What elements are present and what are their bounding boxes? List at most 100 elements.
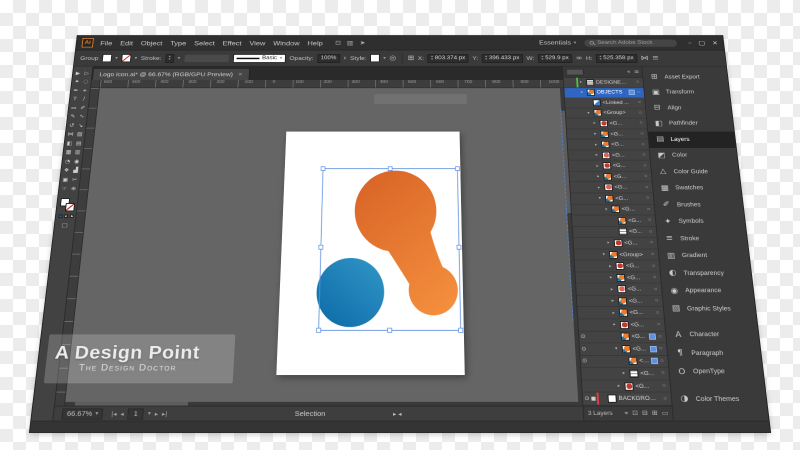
layer-row[interactable]: ▾ OBJECTS — [564, 87, 645, 99]
layer-thumbnail[interactable] — [619, 320, 630, 329]
app-logo-icon[interactable]: Ai — [81, 38, 94, 48]
expand-icon[interactable]: ▸ — [607, 241, 612, 246]
expand-icon[interactable]: ▾ — [602, 252, 607, 257]
shear-icon[interactable]: ⋈ — [640, 54, 649, 61]
style-swatch[interactable] — [369, 54, 380, 63]
dock-item-character[interactable]: A Character — [666, 326, 760, 344]
layer-thumbnail[interactable] — [604, 183, 613, 192]
search-input[interactable]: Search Adobe Stock — [582, 38, 679, 48]
visibility-toggle[interactable] — [581, 358, 589, 364]
layer-thumbnail[interactable] — [592, 99, 602, 107]
variable-width-field[interactable] — [183, 53, 230, 63]
x-field[interactable]: ▴ ▾ 803.374 px — [427, 53, 469, 63]
scrollbar-thumb[interactable] — [75, 401, 189, 406]
collapse-panel-icon[interactable]: « — [627, 69, 631, 75]
gradient-tool[interactable]: ▥ — [75, 149, 81, 155]
layer-row[interactable]: ▸ <G... — [581, 380, 671, 393]
w-field[interactable]: ▴ ▾ 529.9 px — [537, 53, 573, 63]
logo-artwork[interactable] — [276, 132, 464, 375]
opacity-field[interactable]: 100% — [316, 53, 340, 63]
menu-item[interactable]: Type — [170, 39, 187, 46]
prev-artboard-icon[interactable]: ◂ — [120, 410, 124, 418]
none-button[interactable] — [69, 214, 74, 218]
share-icon[interactable]: ➤ — [360, 40, 366, 47]
layer-thumbnail[interactable] — [599, 120, 609, 127]
stepper-icon[interactable]: ▴ ▾ — [485, 55, 487, 61]
dock-item-color-guide[interactable]: △ Color Guide — [651, 164, 740, 180]
layer-thumbnail[interactable] — [618, 308, 629, 317]
target-circle-icon[interactable] — [647, 229, 655, 234]
shape-builder-tool[interactable]: ◧ — [67, 140, 73, 146]
layer-thumbnail[interactable] — [615, 262, 625, 270]
next-artboard-icon[interactable]: ▸ — [155, 410, 159, 418]
pencil-tool[interactable]: ✎ — [70, 113, 76, 119]
layer-thumbnail[interactable] — [617, 285, 627, 294]
symbol-sprayer-tool[interactable]: ❖ — [63, 167, 69, 173]
layer-thumbnail[interactable] — [601, 140, 610, 149]
lasso-tool[interactable]: ◌ — [83, 78, 89, 84]
dock-item-layers[interactable]: ▤ Layers — [648, 131, 736, 148]
target-circle-icon[interactable] — [637, 121, 645, 126]
chevron-down-icon[interactable]: ▾ — [134, 56, 137, 61]
layer-thumbnail[interactable] — [585, 79, 595, 86]
target-circle-icon[interactable] — [641, 163, 649, 168]
dock-item-brushes[interactable]: ✐ Brushes — [654, 197, 744, 214]
layer-row[interactable]: ▸ DESIGNED BY... — [563, 77, 644, 88]
layer-thumbnail[interactable] — [620, 332, 630, 341]
layer-thumbnail[interactable] — [604, 194, 614, 203]
dock-item-swatches[interactable]: ▦ Swatches — [652, 180, 741, 197]
dock-item-transform[interactable]: ▣ Transform — [644, 85, 730, 100]
layer-thumbnail[interactable] — [603, 173, 613, 181]
horizontal-scrollbar[interactable] — [64, 401, 579, 406]
layer-row[interactable]: ▸ <G... — [581, 367, 670, 381]
artboard-number-select[interactable]: 1 — [127, 407, 145, 420]
paintbrush-tool[interactable]: ✐ — [80, 104, 86, 110]
expand-icon[interactable]: ▸ — [595, 153, 600, 158]
expand-icon[interactable]: ▸ — [598, 185, 603, 190]
layer-thumbnail[interactable] — [607, 394, 617, 403]
layer-row[interactable]: ▸ <G... — [575, 272, 661, 284]
gradient-button[interactable] — [63, 214, 68, 218]
layer-row[interactable]: ▾ <G... — [571, 204, 655, 216]
layer-thumbnail[interactable] — [628, 357, 638, 366]
visibility-toggle[interactable] — [579, 334, 587, 340]
layer-thumbnail[interactable] — [611, 205, 621, 214]
layer-thumbnail[interactable] — [618, 297, 628, 305]
layer-row[interactable]: <G... — [572, 226, 657, 238]
expand-icon[interactable]: ▾ — [599, 196, 604, 201]
layer-row[interactable]: ▸ <G... — [566, 118, 648, 130]
clipping-mask-icon[interactable]: ⊡ — [632, 409, 638, 417]
target-circle-icon[interactable] — [634, 80, 641, 84]
menu-item[interactable]: View — [249, 39, 265, 46]
dock-item-gradient[interactable]: ▥ Gradient — [659, 247, 750, 264]
target-circle-icon[interactable] — [656, 334, 664, 339]
document-tab[interactable]: Logo icon.ai* @ 66.67% (RGB/GPU Preview)… — [91, 68, 250, 80]
reference-point-icon[interactable]: ⊞ — [408, 54, 415, 61]
more-options-icon[interactable]: ≡ — [652, 54, 659, 61]
layer-thumbnail[interactable] — [601, 151, 611, 159]
stroke-color-swatch[interactable] — [120, 54, 132, 63]
shaper-tool[interactable]: ∿ — [79, 113, 85, 119]
add-anchor-tool[interactable]: + — [82, 87, 88, 93]
target-circle-icon[interactable] — [657, 346, 665, 351]
target-circle-icon[interactable] — [653, 298, 661, 303]
expand-icon[interactable]: ▸ — [613, 322, 618, 327]
eyedropper-tool[interactable]: ◔ — [65, 158, 71, 164]
expand-icon[interactable]: ▸ — [597, 174, 602, 179]
layer-row[interactable]: ▸ <G... — [566, 129, 648, 140]
artboard-tool[interactable]: ▣ — [62, 176, 68, 182]
expand-icon[interactable]: ▸ — [612, 310, 617, 315]
target-circle-icon[interactable] — [658, 359, 666, 364]
layer-row[interactable]: ▾ <Group> — [574, 249, 659, 261]
locate-object-icon[interactable]: ⌖ — [624, 409, 629, 417]
layer-row[interactable]: ▾ <G... — [570, 193, 654, 205]
recolor-artwork-icon[interactable]: ◎ — [389, 54, 396, 61]
expand-icon[interactable]: ▸ — [610, 275, 615, 280]
dock-item-appearance[interactable]: ◉ Appearance — [662, 282, 755, 300]
layer-row[interactable]: ▸ <G... — [567, 139, 649, 151]
stepper-icon[interactable]: ▴ ▾ — [431, 55, 433, 61]
free-transform-tool[interactable]: ▨ — [77, 131, 83, 137]
last-artboard-icon[interactable]: ▸| — [162, 410, 168, 418]
target-circle-icon[interactable] — [650, 263, 658, 268]
status-arrows[interactable]: ▸ ◂ — [393, 410, 402, 418]
